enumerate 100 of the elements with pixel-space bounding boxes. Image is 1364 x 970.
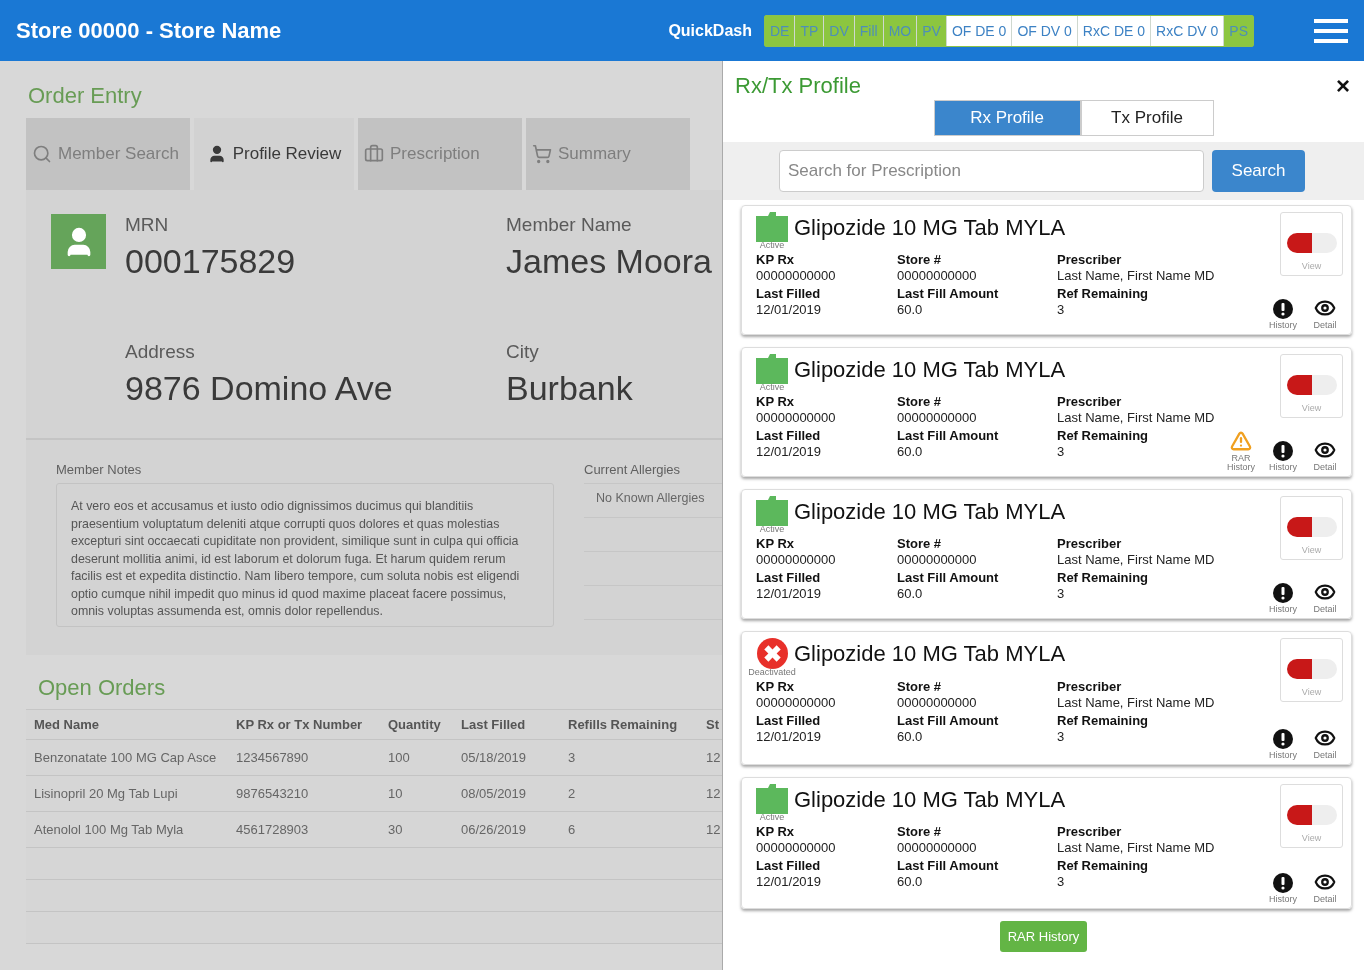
field-value: 3: [1057, 729, 1066, 744]
briefcase-icon: [364, 144, 384, 164]
tab[interactable]: Profile Review: [194, 118, 354, 190]
field-label: Address: [125, 341, 196, 363]
alert-icon: [1273, 583, 1293, 603]
column-header: Med Name: [34, 717, 101, 732]
field-label: Last Fill Amount: [897, 858, 1000, 873]
field-value: 3: [1057, 302, 1066, 317]
tab[interactable]: Member Search: [26, 118, 190, 190]
action-button[interactable]: History: [1265, 299, 1301, 330]
quickdash-segment[interactable]: RxC DE 0: [1077, 15, 1152, 46]
table-cell-text: 10: [388, 786, 404, 801]
field-label: Last Fill Amount: [897, 428, 1000, 443]
field-value: Last Name, First Name MD: [1057, 268, 1216, 283]
field-label: Ref Remaining: [1057, 858, 1149, 873]
view-button[interactable]: View: [1280, 212, 1343, 276]
action-button[interactable]: Detail: [1307, 871, 1343, 904]
table-cell: 12: [706, 750, 722, 765]
section-title: Order Entry: [27, 82, 143, 110]
table-cell-text: Benzonatate 100 MG Cap Asce: [34, 750, 218, 765]
field-label: Last Fill Amount: [897, 713, 1000, 728]
search-field[interactable]: Search for Prescription: [779, 150, 1204, 192]
status-label: Active: [759, 524, 785, 534]
field-value: 00000000000: [897, 410, 978, 425]
table-cell-text: 05/18/2019: [461, 750, 528, 765]
view-button[interactable]: View: [1280, 784, 1343, 848]
field-label: Last Filled: [756, 858, 822, 873]
field-value: 00000000000: [756, 268, 837, 283]
menu-icon[interactable]: [1314, 18, 1348, 43]
table-cell: 12: [706, 786, 722, 801]
table-cell-text: 2: [568, 786, 577, 801]
table-cell-text: 100: [388, 750, 411, 765]
column-header: Quantity: [388, 717, 442, 732]
pill-icon: [1286, 517, 1337, 537]
field-label: Store #: [897, 679, 943, 694]
field-label: Store #: [897, 252, 943, 267]
view-button[interactable]: View: [1280, 496, 1343, 560]
search-button[interactable]: Search: [1212, 150, 1305, 192]
quickdash-segment[interactable]: RxC DV 0: [1151, 15, 1225, 46]
tab[interactable]: Tx Profile: [1080, 100, 1214, 136]
table-cell-text: 30: [388, 822, 404, 837]
table-cell-text: Lisinopril 20 Mg Tab Lupi: [34, 786, 179, 801]
column-header: St: [706, 717, 720, 732]
column-header: Last Filled: [461, 717, 527, 732]
action-button[interactable]: History: [1265, 441, 1301, 472]
field-value: 9876 Domino Ave: [125, 369, 394, 408]
avatar: [51, 214, 106, 269]
rar-history-button[interactable]: RAR History: [999, 921, 1088, 952]
field-value: 60.0: [897, 586, 924, 601]
pill-icon: [1286, 233, 1337, 253]
field-label: Last Filled: [756, 286, 822, 301]
quickdash-segment[interactable]: OF DV 0: [1012, 15, 1078, 46]
field-label: Prescriber: [1057, 252, 1123, 267]
field-label: Ref Remaining: [1057, 713, 1149, 728]
field-value: 00000000000: [897, 552, 978, 567]
field-label: MRN: [125, 214, 170, 236]
field-value: 60.0: [897, 444, 924, 459]
section-title: Open Orders: [37, 674, 167, 702]
action-button[interactable]: History: [1265, 729, 1301, 760]
field-value: 12/01/2019: [756, 874, 823, 889]
field-value: 00000000000: [756, 552, 837, 567]
table-cell-text: 1234567890: [236, 750, 310, 765]
action-button[interactable]: Detail: [1307, 727, 1343, 760]
table-cell-text: 4561728903: [236, 822, 310, 837]
field-label: Prescriber: [1057, 824, 1123, 839]
drug-name: Glipozide 10 MG Tab MYLA: [794, 641, 1066, 667]
alert-icon: [1273, 873, 1293, 893]
table-cell-text: 6: [568, 822, 577, 837]
close-button[interactable]: ×: [1336, 73, 1350, 99]
field-value: 3: [1057, 444, 1066, 459]
tab[interactable]: Rx Profile: [933, 100, 1081, 136]
action-button[interactable]: Detail: [1307, 297, 1343, 330]
allergies-label: Current Allergies: [584, 462, 682, 477]
field-label: Prescriber: [1057, 394, 1123, 409]
table-cell-text: 06/26/2019: [461, 822, 528, 837]
field-label: KP Rx: [756, 536, 796, 551]
action-button[interactable]: Detail: [1307, 581, 1343, 614]
quickdash-segment[interactable]: OF DE 0: [946, 15, 1013, 46]
tab[interactable]: Summary: [526, 118, 690, 190]
view-button[interactable]: View: [1280, 354, 1343, 418]
action-button[interactable]: RAR History: [1223, 430, 1259, 472]
status-label: Active: [759, 382, 785, 392]
warning-icon: [1230, 430, 1252, 452]
view-button[interactable]: View: [1280, 638, 1343, 702]
action-button[interactable]: History: [1265, 873, 1301, 904]
quickdash-label: QuickDash: [668, 21, 752, 40]
tab[interactable]: Prescription: [358, 118, 522, 190]
status-label: Active: [759, 812, 785, 822]
field-value: 00000000000: [897, 840, 978, 855]
store-title: Store 00000 - Store Name: [16, 17, 283, 44]
column-header: Refills Remaining: [568, 717, 679, 732]
field-value: James Moora: [506, 242, 713, 281]
table-cell-text: 3: [568, 750, 577, 765]
action-button[interactable]: History: [1265, 583, 1301, 614]
alert-icon: [1273, 441, 1293, 461]
field-value: 000175829: [125, 242, 297, 281]
action-button[interactable]: Detail: [1307, 439, 1343, 472]
pill-icon: [1286, 375, 1337, 395]
field-value: Last Name, First Name MD: [1057, 840, 1216, 855]
notes-text: At vero eos et accusamus et iusto odio dignissimos ducimus qui blanditiis praesentium voluptatum deleniti atque corrupti quos dolores et quas molestias excepturi sint occaecati cupiditate non provident, similique sunt in culpa qui officia deserunt mollitia animi, id est laborum et dolorum fuga. Et harum quidem rerum facilis est et expedita distinctio. Nam libero tempore, cum soluta nobis est eligendi optio cumque nihil impedit quo minus id quod maxime placeat facere possimus, omnis voluptas assumenda est, omnis dolor repellendus.: [56, 483, 554, 627]
